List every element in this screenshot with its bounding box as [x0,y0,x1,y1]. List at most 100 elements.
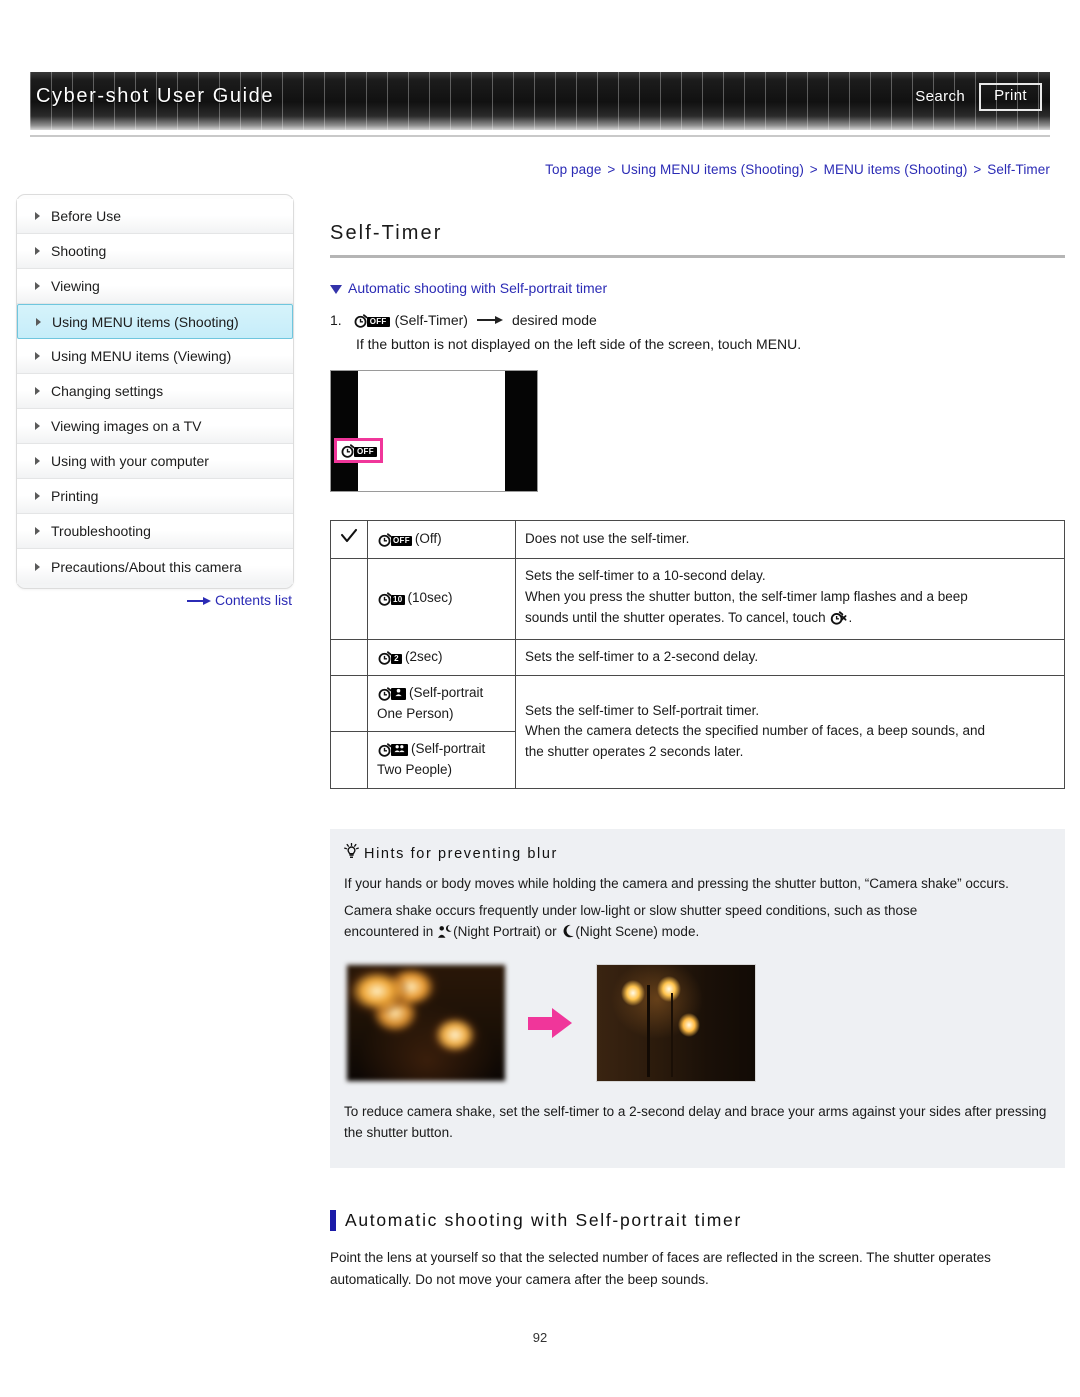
self-timer-10sec-icon: 10 [377,591,405,607]
step-note: If the button is not displayed on the le… [356,336,802,352]
self-portrait-two-people-icon [377,742,408,758]
triangle-down-icon [330,285,342,294]
table-row: (Self-portrait One Person) Sets the self… [330,674,1065,790]
self-timer-2sec-icon: 2 [377,650,402,665]
chevron-right-icon [36,317,41,326]
step-1: 1. OFF (Self-Timer) desired mode [330,312,1065,328]
option-cell-self-portrait-one-person: (Self-portrait One Person) [367,674,516,733]
page-number: 92 [532,1330,548,1345]
contents-list-label: Contents list [214,592,292,608]
header-divider [30,135,1050,137]
blurry-photo-example [346,964,506,1083]
one-person-badge [391,687,406,700]
sidebar-item-troubleshooting[interactable]: Troubleshooting [17,514,293,549]
section-anchor-label: Automatic shooting with Self-portrait ti… [348,280,608,296]
hints-paragraph-1: If your hands or body moves while holdin… [344,876,1009,892]
sidebar-item-label: Shooting [51,243,107,259]
chevron-right-icon [35,492,40,500]
table-row: OFF (Off) Does not use the self-timer. [330,520,1065,559]
sidebar-item-label: Precautions/About this camera [51,558,242,575]
sidebar-item-before-use[interactable]: Before Use [17,199,293,234]
sidebar-item-label: Troubleshooting [51,523,151,539]
screen-left-band [331,371,358,491]
description-cell-self-portrait: Sets the self-timer to Self-portrait tim… [515,674,1065,790]
arrow-right-icon [186,597,211,606]
hints-paragraph-2-text: Camera shake occurs frequently under low… [344,903,918,919]
self-timer-badge: OFF [391,535,412,546]
night-portrait-icon [437,924,453,946]
title-divider [330,255,1065,258]
self-timer-options-table: OFF (Off) Does not use the self-timer. 1… [330,520,1065,790]
sidebar-item-shooting[interactable]: Shooting [17,234,293,269]
description-line: When you press the shutter button, the s… [525,588,968,604]
hints-night-prefix: encountered in [344,924,434,940]
sidebar-item-printing[interactable]: Printing [17,479,293,514]
sidebar-item-label: Using MENU items (Shooting) [52,313,239,330]
timer-clock-glyph [377,650,392,665]
description-text: sounds until the shutter operates. To ca… [525,609,826,625]
option-cell-off: OFF (Off) [367,520,516,559]
breadcrumb-item-3[interactable]: Self-Timer [987,162,1050,177]
sidebar-nav: Before Use Shooting Viewing Using MENU i… [16,194,294,589]
print-button[interactable]: Print [979,83,1042,111]
step-number: 1. [330,312,342,328]
sidebar-item-label: Changing settings [51,383,164,399]
self-timer-cancel-icon [830,610,847,632]
breadcrumb-item-2[interactable]: MENU items (Shooting) [824,162,968,177]
self-timer-badge: OFF [354,447,377,457]
hints-title-label: Hints for preventing blur [364,845,558,862]
sidebar-item-precautions-about-this-camera[interactable]: Precautions/About this camera [17,549,293,584]
description-cell-10sec: Sets the self-timer to a 10-second delay… [515,557,1065,640]
self-timer-icon-label: (Self-Timer) [394,312,468,328]
chevron-right-icon [35,212,40,220]
option-cell-10sec: 10 (10sec) [367,557,516,640]
sidebar-item-viewing-images-on-a-tv[interactable]: Viewing images on a TV [17,409,293,444]
hints-title: Hints for preventing blur [344,843,1047,864]
timer-clock-glyph [353,313,368,328]
self-timer-button-highlight[interactable]: OFF [334,438,383,463]
description-tail: . [848,609,853,625]
option-label-line2: Two People) [377,762,453,778]
night-portrait-label: (Night Portrait) or [453,924,557,940]
sidebar-item-using-menu-items-viewing[interactable]: Using MENU items (Viewing) [17,339,293,374]
sidebar-item-using-menu-items-shooting[interactable]: Using MENU items (Shooting) [17,304,293,339]
table-row: 2 (2sec) Sets the self-timer to a 2-seco… [330,638,1065,676]
step-target-label: desired mode [511,312,597,328]
contents-list-link[interactable]: Contents list [16,592,294,608]
night-scene-icon [560,924,575,946]
self-timer-badge: 10 [391,595,405,606]
timer-clock-glyph [377,591,392,607]
arrow-right-icon [476,315,503,325]
description-cell-off: Does not use the self-timer. [515,520,1065,559]
app-header: Cyber-shot User Guide Search Print [30,72,1050,130]
breadcrumb-item-1[interactable]: Using MENU items (Shooting) [621,162,804,177]
sidebar-item-using-with-your-computer[interactable]: Using with your computer [17,444,293,479]
search-button[interactable]: Search [911,86,969,107]
checkmark-icon [340,528,358,544]
hints-paragraph-2: Camera shake occurs frequently under low… [344,901,1047,946]
two-people-badge [391,744,408,757]
section-anchor-link[interactable]: Automatic shooting with Self-portrait ti… [330,280,1065,296]
option-label-line1: (Self-portrait [409,684,484,700]
breadcrumb-item-0[interactable]: Top page [545,162,601,177]
breadcrumb-separator: > [973,162,982,177]
timer-clock-glyph [377,742,392,758]
night-scene-label: (Night Scene) mode. [575,924,700,940]
sidebar-item-changing-settings[interactable]: Changing settings [17,374,293,409]
heading-accent-bar [330,1209,336,1231]
timer-clock-glyph [377,686,392,701]
option-label: (10sec) [407,590,453,606]
sub-section-heading-label: Automatic shooting with Self-portrait ti… [345,1209,742,1230]
breadcrumb: Top page > Using MENU items (Shooting) >… [30,162,1050,177]
lightbulb-icon [344,843,359,864]
chevron-right-icon [35,562,40,571]
chevron-right-icon [35,527,40,535]
self-portrait-one-person-icon [377,686,406,701]
description-line: the shutter operates 2 seconds later. [525,744,744,760]
self-timer-badge: 2 [391,653,402,664]
sidebar-item-viewing[interactable]: Viewing [17,269,293,304]
description-line: Sets the self-timer to a 10-second delay… [525,567,766,583]
table-row: 10 (10sec) Sets the self-timer to a 10-s… [330,557,1065,640]
screen-right-band [505,371,537,491]
description-line: Sets the self-timer to Self-portrait tim… [525,702,760,718]
